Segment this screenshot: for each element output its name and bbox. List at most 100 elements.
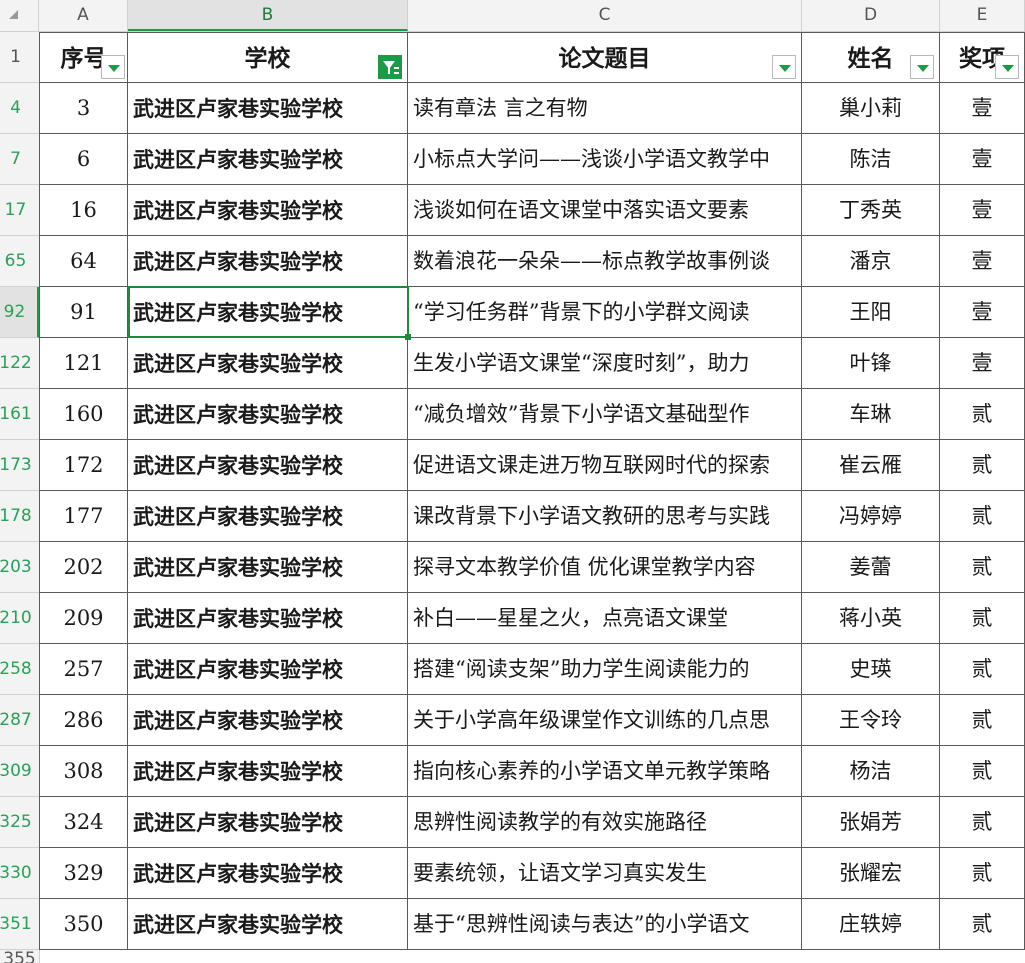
row-header[interactable]: 178: [0, 491, 39, 542]
cell-name[interactable]: 庄轶婷: [802, 899, 940, 950]
cell-award[interactable]: 贰: [940, 848, 1025, 899]
cell-title[interactable]: 小标点大学问——浅谈小学语文教学中: [408, 134, 802, 185]
cell-award[interactable]: 贰: [940, 389, 1025, 440]
cell-seq[interactable]: 350: [39, 899, 128, 950]
cell-school[interactable]: 武进区卢家巷实验学校: [128, 83, 408, 134]
cell-seq[interactable]: 64: [39, 236, 128, 287]
cell-name[interactable]: 史瑛: [802, 644, 940, 695]
cell-seq[interactable]: 329: [39, 848, 128, 899]
cell-award[interactable]: 贰: [940, 797, 1025, 848]
cell-name[interactable]: 张耀宏: [802, 848, 940, 899]
cell-school[interactable]: 武进区卢家巷实验学校: [128, 491, 408, 542]
header-cell-award[interactable]: 奖项: [940, 32, 1025, 83]
cell-title[interactable]: 探寻文本教学价值 优化课堂教学内容: [408, 542, 802, 593]
row-header[interactable]: 173: [0, 440, 39, 491]
cell-title[interactable]: 关于小学高年级课堂作文训练的几点思: [408, 695, 802, 746]
row-header[interactable]: 351: [0, 899, 39, 950]
cell-title[interactable]: 促进语文课走进万物互联网时代的探索: [408, 440, 802, 491]
cell-seq[interactable]: 324: [39, 797, 128, 848]
row-header[interactable]: 65: [0, 236, 39, 287]
cell-name[interactable]: 王令玲: [802, 695, 940, 746]
filter-dropdown-seq[interactable]: [101, 55, 125, 79]
cell-name[interactable]: 潘京: [802, 236, 940, 287]
cell-award[interactable]: 贰: [940, 440, 1025, 491]
cell-name[interactable]: 蒋小英: [802, 593, 940, 644]
cell-name[interactable]: 丁秀英: [802, 185, 940, 236]
column-header-e[interactable]: E: [940, 0, 1025, 31]
cell-seq[interactable]: 308: [39, 746, 128, 797]
cell-name[interactable]: 叶锋: [802, 338, 940, 389]
column-header-a[interactable]: A: [39, 0, 128, 31]
cell-school[interactable]: 武进区卢家巷实验学校: [128, 287, 408, 338]
cell-name[interactable]: 冯婷婷: [802, 491, 940, 542]
cell-seq[interactable]: 202: [39, 542, 128, 593]
cell-award[interactable]: 贰: [940, 899, 1025, 950]
cell-school[interactable]: 武进区卢家巷实验学校: [128, 134, 408, 185]
filter-dropdown-name[interactable]: [910, 55, 934, 79]
row-header[interactable]: 203: [0, 542, 39, 593]
cell-school[interactable]: 武进区卢家巷实验学校: [128, 695, 408, 746]
cell-title[interactable]: 浅谈如何在语文课堂中落实语文要素: [408, 185, 802, 236]
cell-title[interactable]: 指向核心素养的小学语文单元教学策略: [408, 746, 802, 797]
cell-award[interactable]: 贰: [940, 593, 1025, 644]
row-header[interactable]: 122: [0, 338, 39, 389]
cell-name[interactable]: 崔云雁: [802, 440, 940, 491]
header-cell-school[interactable]: 学校: [128, 32, 408, 83]
cell-title[interactable]: 基于“思辨性阅读与表达”的小学语文: [408, 899, 802, 950]
cell-name[interactable]: 姜蕾: [802, 542, 940, 593]
cell-award[interactable]: 贰: [940, 491, 1025, 542]
cell-title[interactable]: 补白——星星之火，点亮语文课堂: [408, 593, 802, 644]
cell-award[interactable]: 贰: [940, 644, 1025, 695]
cell-name[interactable]: 王阳: [802, 287, 940, 338]
cell-seq[interactable]: 16: [39, 185, 128, 236]
cell-school[interactable]: 武进区卢家巷实验学校: [128, 848, 408, 899]
cell-title[interactable]: 搭建“阅读支架”助力学生阅读能力的: [408, 644, 802, 695]
cell-seq[interactable]: 160: [39, 389, 128, 440]
filter-active-school[interactable]: [378, 55, 402, 79]
cell-award[interactable]: 壹: [940, 185, 1025, 236]
cell-name[interactable]: 张娟芳: [802, 797, 940, 848]
row-header-partial[interactable]: 355: [0, 949, 39, 963]
cell-award[interactable]: 贰: [940, 746, 1025, 797]
row-header[interactable]: 325: [0, 797, 39, 848]
cell-title[interactable]: “学习任务群”背景下的小学群文阅读: [408, 287, 802, 338]
cell-title[interactable]: 思辨性阅读教学的有效实施路径: [408, 797, 802, 848]
row-header[interactable]: 17: [0, 185, 39, 236]
column-header-b[interactable]: B: [128, 0, 408, 31]
cell-seq[interactable]: 286: [39, 695, 128, 746]
cell-seq[interactable]: 177: [39, 491, 128, 542]
cell-seq[interactable]: 3: [39, 83, 128, 134]
cell-title[interactable]: 生发小学语文课堂“深度时刻”，助力: [408, 338, 802, 389]
row-header[interactable]: 287: [0, 695, 39, 746]
cell-seq[interactable]: 257: [39, 644, 128, 695]
cell-title[interactable]: 要素统领，让语文学习真实发生: [408, 848, 802, 899]
row-header-1[interactable]: 1: [0, 32, 39, 83]
row-header[interactable]: 4: [0, 83, 39, 134]
cell-school[interactable]: 武进区卢家巷实验学校: [128, 338, 408, 389]
cell-school[interactable]: 武进区卢家巷实验学校: [128, 185, 408, 236]
cell-school[interactable]: 武进区卢家巷实验学校: [128, 644, 408, 695]
cell-award[interactable]: 壹: [940, 338, 1025, 389]
row-header[interactable]: 330: [0, 848, 39, 899]
cell-name[interactable]: 陈洁: [802, 134, 940, 185]
cell-school[interactable]: 武进区卢家巷实验学校: [128, 797, 408, 848]
select-all-corner[interactable]: [0, 0, 39, 31]
cell-title[interactable]: 数着浪花一朵朵——标点教学故事例谈: [408, 236, 802, 287]
row-header[interactable]: 7: [0, 134, 39, 185]
column-header-d[interactable]: D: [802, 0, 940, 31]
cell-award[interactable]: 壹: [940, 83, 1025, 134]
header-cell-title[interactable]: 论文题目: [408, 32, 802, 83]
filter-dropdown-award[interactable]: [995, 55, 1019, 79]
cell-award[interactable]: 壹: [940, 287, 1025, 338]
cell-award[interactable]: 贰: [940, 695, 1025, 746]
cell-school[interactable]: 武进区卢家巷实验学校: [128, 440, 408, 491]
cell-seq[interactable]: 91: [39, 287, 128, 338]
cell-school[interactable]: 武进区卢家巷实验学校: [128, 746, 408, 797]
cell-name[interactable]: 车琳: [802, 389, 940, 440]
header-cell-name[interactable]: 姓名: [802, 32, 940, 83]
cell-school[interactable]: 武进区卢家巷实验学校: [128, 593, 408, 644]
cell-school[interactable]: 武进区卢家巷实验学校: [128, 899, 408, 950]
cell-seq[interactable]: 172: [39, 440, 128, 491]
row-header[interactable]: 258: [0, 644, 39, 695]
row-header[interactable]: 92: [0, 287, 39, 338]
